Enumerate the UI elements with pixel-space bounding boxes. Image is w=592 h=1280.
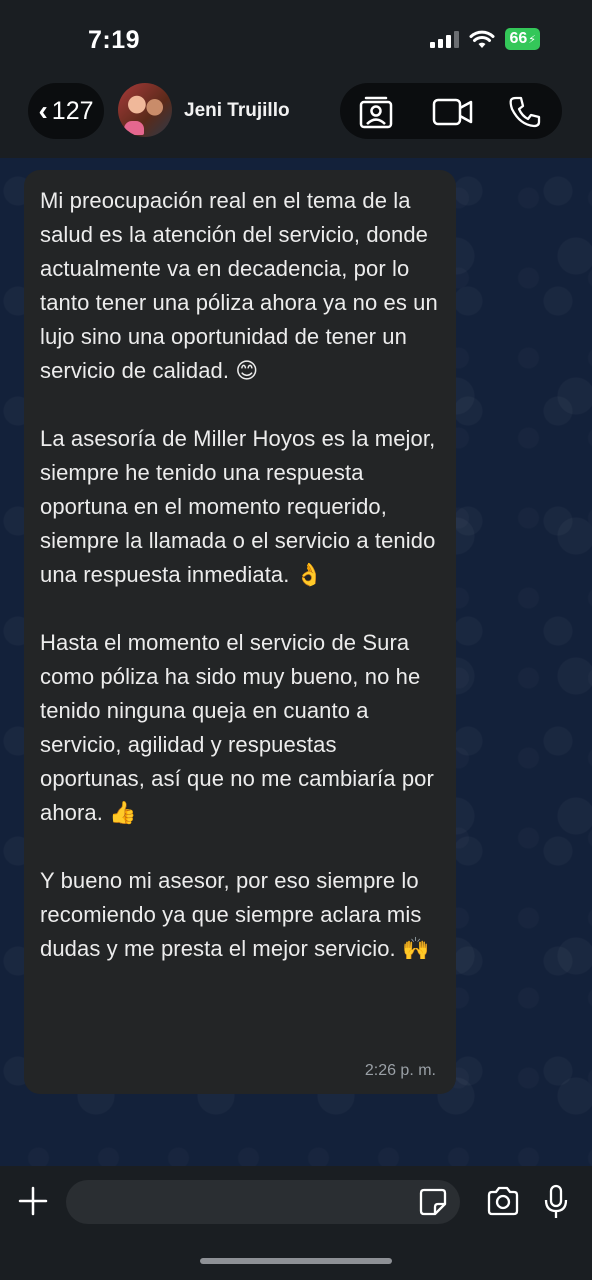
sticker-icon[interactable] <box>418 1187 448 1222</box>
wifi-icon <box>469 30 495 49</box>
message-paragraph: Y bueno mi asesor, por eso siempre lo re… <box>40 868 430 961</box>
contact-card-icon[interactable] <box>358 95 394 129</box>
chat-header: ‹ 127 Jeni Trujillo <box>0 78 592 158</box>
message-paragraph: Hasta el momento el servicio de Sura com… <box>40 630 434 825</box>
chat-area[interactable]: Mi preocupación real en el tema de la sa… <box>0 158 592 1166</box>
message-paragraph: Mi preocupación real en el tema de la sa… <box>40 188 438 383</box>
message-input[interactable] <box>66 1180 460 1224</box>
home-indicator <box>200 1258 392 1264</box>
charging-bolt-icon: ⚡ <box>528 33 536 46</box>
header-actions <box>340 83 562 139</box>
chevron-left-icon: ‹ <box>38 95 48 126</box>
battery-level: 66 <box>509 30 528 47</box>
camera-icon[interactable] <box>486 1186 520 1221</box>
input-bar <box>0 1166 592 1280</box>
contact-name[interactable]: Jeni Trujillo <box>184 100 290 122</box>
cellular-signal-icon <box>430 30 460 48</box>
plus-icon[interactable] <box>18 1186 48 1216</box>
message-bubble[interactable]: Mi preocupación real en el tema de la sa… <box>24 170 456 1094</box>
phone-icon[interactable] <box>508 95 542 129</box>
status-bar: 7:19 66 ⚡ <box>0 0 592 78</box>
status-indicators: 66 ⚡ <box>430 28 540 50</box>
contact-avatar[interactable] <box>118 83 172 137</box>
message-timestamp: 2:26 p. m. <box>364 1062 436 1079</box>
back-button[interactable]: ‹ 127 <box>28 83 104 139</box>
unread-count: 127 <box>51 96 94 125</box>
message-paragraph: La asesoría de Miller Hoyos es la mejor,… <box>40 426 436 587</box>
microphone-icon[interactable] <box>544 1184 568 1225</box>
video-camera-icon[interactable] <box>432 97 474 127</box>
status-time: 7:19 <box>88 26 141 54</box>
battery-indicator: 66 ⚡ <box>505 28 540 50</box>
